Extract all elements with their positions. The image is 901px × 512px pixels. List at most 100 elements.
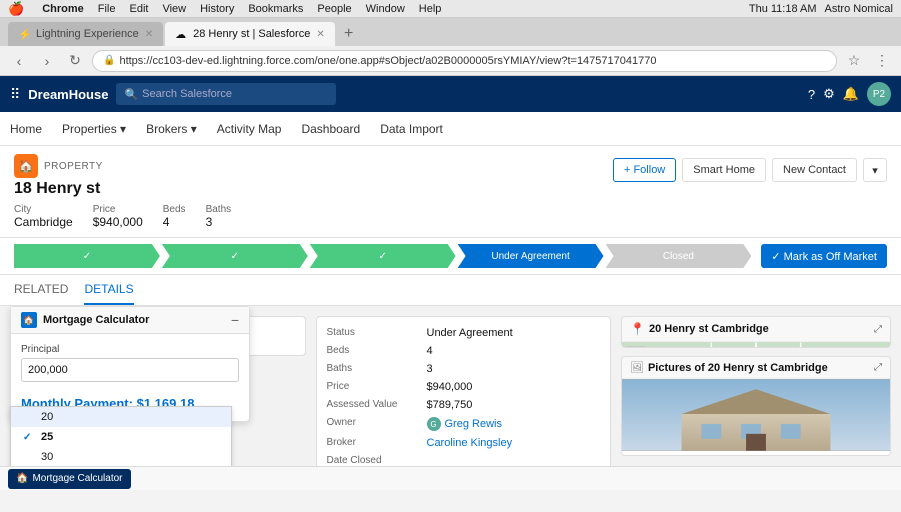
dropdown-item-20[interactable]: 20 <box>11 407 231 427</box>
broker-link[interactable]: Caroline Kingsley <box>427 437 601 449</box>
sf-header: ⠿ DreamHouse 🔍 Search Salesforce ? ⚙ 🔔 P… <box>0 76 901 112</box>
property-icon: 🏠 <box>14 154 38 178</box>
photos-expand-button[interactable]: ⤢ <box>874 362 882 373</box>
search-placeholder: Search Salesforce <box>142 88 232 100</box>
bookmark-star[interactable]: ☆ <box>843 50 865 72</box>
menu-view[interactable]: View <box>162 3 186 15</box>
check-mark-25: ✓ <box>23 432 35 443</box>
sf-search-bar[interactable]: 🔍 Search Salesforce <box>116 83 336 105</box>
nav-dashboard[interactable]: Dashboard <box>301 112 360 145</box>
tab-salesforce[interactable]: ☁ 28 Henry st | Salesforce ✕ <box>165 22 335 46</box>
menu-window[interactable]: Window <box>366 3 405 15</box>
step-closed[interactable]: Closed <box>606 244 752 268</box>
meta-city: City Cambridge <box>14 204 73 229</box>
menu-edit[interactable]: Edit <box>129 3 148 15</box>
tab-close-lightning[interactable]: ✕ <box>145 29 153 40</box>
field-status: Status Under Agreement <box>327 327 601 339</box>
menu-file[interactable]: File <box>98 3 116 15</box>
field-beds: Beds 4 <box>327 345 601 357</box>
mac-menubar: 🍎 Chrome File Edit View History Bookmark… <box>0 0 901 18</box>
menu-bookmarks[interactable]: Bookmarks <box>248 3 303 15</box>
clock: Thu 11:18 AM <box>749 3 817 15</box>
record-title: 18 Henry st <box>14 180 613 198</box>
right-panel: 📍 20 Henry st Cambridge ⤢ <box>621 316 891 456</box>
nav-properties[interactable]: Properties ▾ <box>62 112 126 145</box>
record-meta: City Cambridge Price $940,000 Beds 4 Bat… <box>14 204 613 229</box>
salesforce-app: ⠿ DreamHouse 🔍 Search Salesforce ? ⚙ 🔔 P… <box>0 76 901 490</box>
help-icon[interactable]: ? <box>808 87 815 102</box>
map-card: 📍 20 Henry st Cambridge ⤢ <box>621 316 891 348</box>
tab-details[interactable]: DETAILS <box>84 275 133 305</box>
tab-close-salesforce[interactable]: ✕ <box>316 29 324 40</box>
apple-menu[interactable]: 🍎 <box>8 1 24 17</box>
step-1[interactable]: ✓ <box>14 244 160 268</box>
more-actions-button[interactable]: ▾ <box>863 158 887 182</box>
detail-section-right: Status Under Agreement Beds 4 Baths 3 Pr… <box>316 316 612 466</box>
field-date-closed: Date Closed <box>327 455 601 466</box>
dropdown-label-25: 25 <box>41 431 53 443</box>
new-contact-button[interactable]: New Contact <box>772 158 857 182</box>
dropdown-item-25[interactable]: ✓ 25 <box>11 427 231 447</box>
smart-home-button[interactable]: Smart Home <box>682 158 766 182</box>
widget-minimize-button[interactable]: − <box>231 313 239 327</box>
mark-off-market-button[interactable]: ✓ Mark as Off Market <box>761 244 887 268</box>
record-actions: + Follow Smart Home New Contact ▾ <box>613 158 887 182</box>
zoom-in-button[interactable]: + <box>627 347 645 348</box>
address-bar-row: ‹ › ↻ 🔒 https://cc103-dev-ed.lightning.f… <box>0 46 901 76</box>
browser-chrome: ⚡ Lightning Experience ✕ ☁ 28 Henry st |… <box>0 18 901 76</box>
map-expand-button[interactable]: ⤢ <box>874 324 882 335</box>
dropdown-label-30: 30 <box>41 451 53 463</box>
widget-title: Mortgage Calculator <box>43 314 225 326</box>
follow-button[interactable]: + Follow <box>613 158 676 182</box>
bell-icon[interactable]: 🔔 <box>843 86 859 102</box>
tab-related[interactable]: RELATED <box>14 275 68 305</box>
step-under-agreement[interactable]: Under Agreement <box>458 244 604 268</box>
photos-icon: 🖼 <box>630 361 644 374</box>
tab-favicon-lightning: ⚡ <box>18 28 30 40</box>
search-icon: 🔍 <box>124 88 138 101</box>
owner-link[interactable]: Greg Rewis <box>445 418 502 430</box>
tab-lightning[interactable]: ⚡ Lightning Experience ✕ <box>8 22 163 46</box>
years-dropdown[interactable]: 20 ✓ 25 30 35 5 <box>10 406 232 466</box>
user-avatar[interactable]: P2 <box>867 82 891 106</box>
mortgage-calculator-widget: 🏠 Mortgage Calculator − Principal Monthl… <box>10 306 250 422</box>
map-controls[interactable]: + − <box>626 346 646 348</box>
user-name: Astro Nomical <box>825 3 893 15</box>
back-button[interactable]: ‹ <box>8 50 30 72</box>
dropdown-item-30[interactable]: 30 <box>11 447 231 466</box>
forward-button[interactable]: › <box>36 50 58 72</box>
principal-input[interactable] <box>21 358 239 382</box>
menu-people[interactable]: People <box>317 3 351 15</box>
bottom-widget-label: Mortgage Calculator <box>32 473 122 484</box>
detail-body: Title Stunning Colonial Status Under Agr… <box>0 306 901 466</box>
tab-title-lightning: Lightning Experience <box>36 28 139 40</box>
photos-image <box>622 379 890 451</box>
step-3[interactable]: ✓ <box>310 244 456 268</box>
new-tab-button[interactable]: + <box>337 22 361 46</box>
record-area: 🏠 PROPERTY 18 Henry st City Cambridge Pr… <box>0 146 901 466</box>
grid-icon[interactable]: ⠿ <box>10 86 20 103</box>
menu-history[interactable]: History <box>200 3 234 15</box>
bottom-bar: 🏠 Mortgage Calculator <box>0 466 901 490</box>
menu-chrome[interactable]: Chrome <box>42 3 84 15</box>
step-3-check: ✓ <box>378 251 386 262</box>
address-bar[interactable]: 🔒 https://cc103-dev-ed.lightning.force.c… <box>92 50 837 72</box>
ssl-lock-icon: 🔒 <box>103 55 115 66</box>
field-assessed-value: Assessed Value $789,750 <box>327 399 601 411</box>
nav-activity-map[interactable]: Activity Map <box>217 112 282 145</box>
map-body: Cambridge + − Leaflet | Tiles © Esri <box>622 342 890 348</box>
nav-home[interactable]: Home <box>10 112 42 145</box>
nav-data-import[interactable]: Data Import <box>380 112 443 145</box>
nav-brokers[interactable]: Brokers ▾ <box>146 112 197 145</box>
bottom-mortgage-calculator-button[interactable]: 🏠 Mortgage Calculator <box>8 469 131 489</box>
menu-help[interactable]: Help <box>419 3 442 15</box>
tab-bar: ⚡ Lightning Experience ✕ ☁ 28 Henry st |… <box>0 18 901 46</box>
reload-button[interactable]: ↻ <box>64 50 86 72</box>
bottom-widget-icon: 🏠 <box>16 473 28 484</box>
map-title: 20 Henry st Cambridge <box>649 323 870 335</box>
sf-brand-name: DreamHouse <box>28 87 108 102</box>
setup-icon[interactable]: ⚙ <box>823 86 835 102</box>
browser-menu[interactable]: ⋮ <box>871 50 893 72</box>
record-header: 🏠 PROPERTY 18 Henry st City Cambridge Pr… <box>0 146 901 238</box>
step-2[interactable]: ✓ <box>162 244 308 268</box>
